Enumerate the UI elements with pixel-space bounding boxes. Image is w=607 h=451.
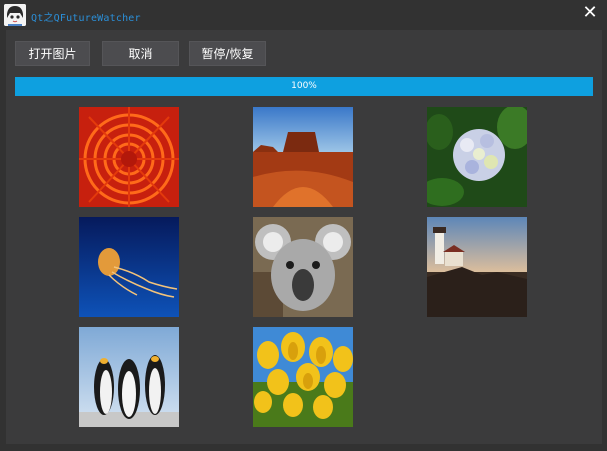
image-koala[interactable]: [253, 217, 353, 317]
content-panel: 打开图片 取消 暂停/恢复 100%: [6, 30, 602, 444]
cancel-button[interactable]: 取消: [102, 41, 179, 66]
main-window: Qt之QFutureWatcher ✕ 打开图片 取消 暂停/恢复 100%: [0, 0, 607, 451]
progress-bar: 100%: [15, 77, 593, 96]
image-chrysanthemum[interactable]: [79, 107, 179, 207]
image-penguins[interactable]: [79, 327, 179, 427]
image-desert[interactable]: [253, 107, 353, 207]
pause-resume-button[interactable]: 暂停/恢复: [189, 41, 266, 66]
title-bar[interactable]: Qt之QFutureWatcher ✕: [0, 0, 607, 30]
image-lighthouse[interactable]: [427, 217, 527, 317]
open-image-button[interactable]: 打开图片: [15, 41, 90, 66]
progress-text: 100%: [291, 81, 317, 91]
window-title: Qt之QFutureWatcher: [31, 13, 141, 24]
close-icon[interactable]: ✕: [580, 3, 600, 23]
image-hydrangeas[interactable]: [427, 107, 527, 207]
image-jellyfish[interactable]: [79, 217, 179, 317]
app-avatar-icon: [4, 4, 26, 26]
image-tulips[interactable]: [253, 327, 353, 427]
